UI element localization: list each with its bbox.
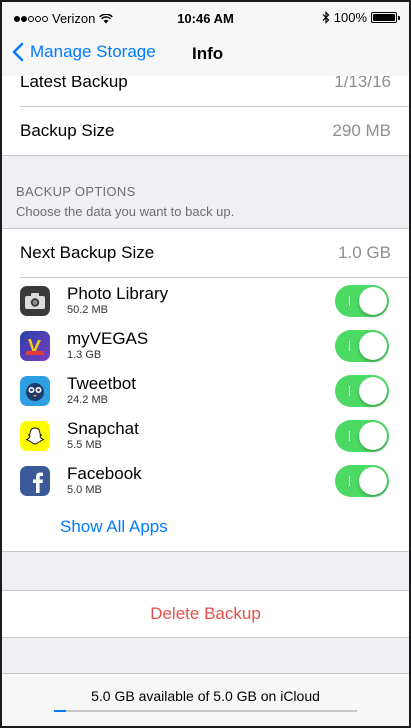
facebook-icon bbox=[20, 465, 50, 496]
app-row-tweetbot: Tweetbot 24.2 MB bbox=[2, 368, 409, 413]
app-size: 5.5 MB bbox=[67, 439, 102, 451]
photo-library-toggle[interactable] bbox=[335, 285, 389, 317]
storage-footer: 5.0 GB available of 5.0 GB on iCloud bbox=[2, 673, 409, 726]
backup-info-group: Latest Backup 1/13/16 Backup Size 290 MB bbox=[2, 76, 409, 155]
camera-icon bbox=[20, 285, 50, 316]
app-text: Snapchat 5.5 MB bbox=[67, 419, 139, 452]
section-title: BACKUP OPTIONS bbox=[16, 184, 136, 199]
app-row-snapchat: Snapchat 5.5 MB bbox=[2, 413, 409, 458]
app-size: 24.2 MB bbox=[67, 394, 108, 406]
app-name: myVEGAS bbox=[67, 329, 149, 348]
app-text: Photo Library 50.2 MB bbox=[67, 284, 168, 317]
section-subtitle: Choose the data you want to back up. bbox=[16, 204, 235, 219]
battery-level bbox=[373, 14, 395, 21]
battery-percent: 100% bbox=[333, 10, 367, 25]
backup-size-row: Backup Size 290 MB bbox=[2, 107, 409, 155]
storage-bar bbox=[54, 710, 357, 712]
app-row-photo-library: Photo Library 50.2 MB bbox=[2, 278, 409, 323]
backup-size-value: 290 MB bbox=[332, 121, 391, 140]
snapchat-ghost-icon bbox=[20, 420, 50, 451]
app-size: 1.3 GB bbox=[67, 349, 102, 361]
tweetbot-toggle[interactable] bbox=[335, 375, 389, 407]
toggle-knob bbox=[359, 467, 387, 495]
app-row-myvegas: myVEGAS 1.3 GB bbox=[2, 323, 409, 368]
bluetooth-icon bbox=[322, 11, 330, 24]
storage-bar-fill bbox=[54, 710, 67, 712]
myvegas-toggle[interactable] bbox=[335, 330, 389, 362]
latest-backup-row: Latest Backup 1/13/16 bbox=[2, 76, 409, 106]
next-backup-size-value: 1.0 GB bbox=[338, 243, 391, 262]
battery-icon bbox=[371, 12, 400, 23]
show-all-apps-button[interactable]: Show All Apps bbox=[2, 503, 409, 551]
app-text: Tweetbot 24.2 MB bbox=[67, 374, 136, 407]
app-name: Photo Library bbox=[67, 284, 169, 303]
app-name: Facebook bbox=[67, 464, 142, 483]
backup-options-header: BACKUP OPTIONS Choose the data you want … bbox=[2, 156, 409, 228]
toggle-knob bbox=[359, 287, 387, 315]
app-row-facebook: Facebook 5.0 MB bbox=[2, 458, 409, 503]
delete-backup-button[interactable]: Delete Backup bbox=[2, 591, 409, 637]
facebook-toggle[interactable] bbox=[335, 465, 389, 497]
app-text: Facebook 5.0 MB bbox=[67, 464, 142, 497]
toggle-knob bbox=[359, 377, 387, 405]
latest-backup-label: Latest Backup bbox=[20, 76, 128, 91]
page-title: Info bbox=[192, 44, 224, 63]
app-size: 50.2 MB bbox=[67, 304, 108, 316]
backup-options-group: Next Backup Size 1.0 GB Photo Library 50… bbox=[2, 228, 409, 551]
app-size: 5.0 MB bbox=[67, 484, 102, 496]
next-backup-size-label: Next Backup Size bbox=[20, 243, 155, 262]
back-label: Manage Storage bbox=[30, 42, 156, 61]
status-right: 100% bbox=[322, 10, 400, 25]
app-name: Tweetbot bbox=[67, 374, 136, 393]
toggle-knob bbox=[359, 422, 387, 450]
settings-content[interactable]: Latest Backup 1/13/16 Backup Size 290 MB… bbox=[2, 76, 409, 674]
snapchat-toggle[interactable] bbox=[335, 420, 389, 452]
app-text: myVEGAS 1.3 GB bbox=[67, 329, 148, 362]
navigation-bar: Manage Storage Info bbox=[2, 36, 409, 77]
section-gap bbox=[2, 551, 409, 591]
storage-summary: 5.0 GB available of 5.0 GB on iCloud bbox=[91, 688, 320, 704]
backup-size-label: Backup Size bbox=[20, 121, 115, 140]
back-button[interactable]: Manage Storage bbox=[12, 42, 156, 62]
toggle-knob bbox=[359, 332, 387, 360]
myvegas-icon bbox=[20, 330, 50, 361]
next-backup-size-row: Next Backup Size 1.0 GB bbox=[2, 229, 409, 277]
app-name: Snapchat bbox=[67, 419, 139, 438]
status-bar: Verizon 10:46 AM 100% bbox=[2, 2, 409, 36]
latest-backup-value: 1/13/16 bbox=[334, 76, 391, 91]
chevron-left-icon bbox=[12, 42, 24, 62]
section-gap bbox=[2, 637, 409, 674]
tweetbot-icon bbox=[20, 375, 50, 406]
